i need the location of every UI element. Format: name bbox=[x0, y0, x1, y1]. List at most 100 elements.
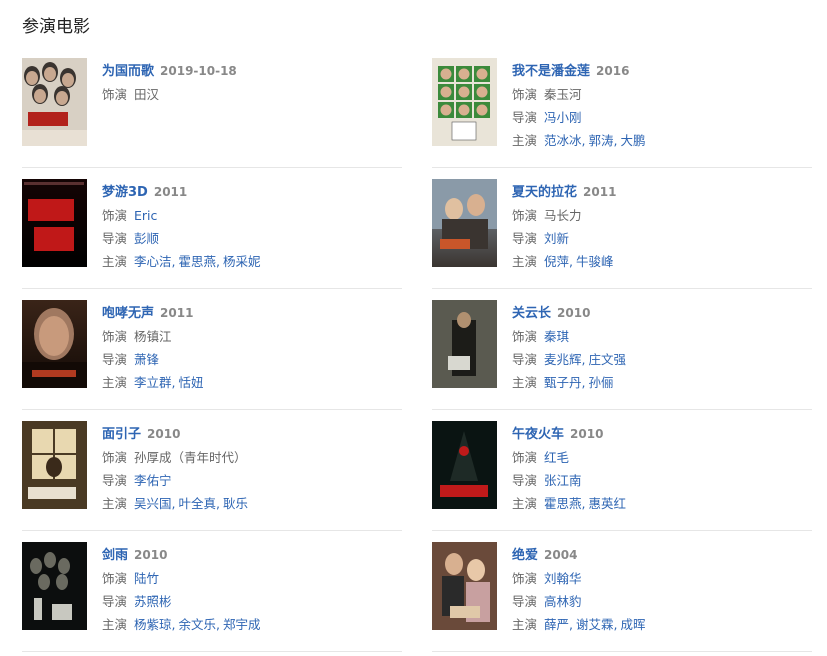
role-row: 饰演 马长力 bbox=[512, 204, 616, 227]
cast-link[interactable]: 叶全真 bbox=[179, 496, 217, 511]
cast-link[interactable]: 李心洁 bbox=[134, 254, 172, 269]
cast-link[interactable]: 耿乐 bbox=[223, 496, 248, 511]
cast-link[interactable]: 郑宇成 bbox=[223, 617, 261, 632]
director-link[interactable]: 刘新 bbox=[544, 231, 569, 246]
movie-year: 2011 bbox=[583, 185, 617, 199]
director-link[interactable]: 李佑宁 bbox=[134, 473, 172, 488]
movie-poster[interactable] bbox=[432, 179, 497, 267]
movie-info: 咆哮无声 2011 饰演 杨镇江 导演 萧锋 主演 李立群, 恬妞 bbox=[102, 302, 204, 394]
cast-link[interactable]: 谢艾霖 bbox=[576, 617, 614, 632]
cast-label: 主演 bbox=[512, 496, 538, 511]
movie-poster[interactable] bbox=[432, 421, 497, 509]
cast-row: 主演 薛严, 谢艾霖, 成晖 bbox=[512, 613, 646, 636]
movie-title-line: 夏天的拉花 2011 bbox=[512, 181, 616, 201]
poster-art bbox=[22, 542, 87, 630]
director-link[interactable]: 苏照彬 bbox=[134, 594, 172, 609]
movie-card: 为国而歌 2019-10-18 饰演 田汉 bbox=[22, 47, 402, 168]
movie-info: 关云长 2010 饰演 秦琪 导演 麦兆辉, 庄文强 主演 甄子丹, 孙俪 bbox=[512, 302, 626, 394]
cast-link[interactable]: 杨采妮 bbox=[223, 254, 261, 269]
director-label: 导演 bbox=[512, 110, 538, 125]
director-row: 导演 萧锋 bbox=[102, 348, 204, 371]
role-name: 孙厚成（青年时代） bbox=[134, 450, 247, 465]
cast-link[interactable]: 甄子丹 bbox=[544, 375, 582, 390]
separator: , bbox=[581, 352, 586, 367]
cast-link[interactable]: 牛骏峰 bbox=[576, 254, 614, 269]
movie-title-link[interactable]: 关云长 bbox=[512, 306, 551, 321]
director-link[interactable]: 萧锋 bbox=[134, 352, 159, 367]
movie-title-link[interactable]: 梦游3D bbox=[102, 185, 148, 200]
cast-link[interactable]: 霍思燕 bbox=[544, 496, 582, 511]
cast-link[interactable]: 霍思燕 bbox=[179, 254, 217, 269]
role-name[interactable]: Eric bbox=[134, 208, 157, 223]
movie-poster[interactable] bbox=[22, 58, 87, 146]
movie-card: 梦游3D 2011 饰演 Eric 导演 彭顺 主演 李心洁, 霍思燕, 杨采妮 bbox=[22, 168, 402, 289]
poster-art bbox=[432, 300, 497, 388]
movie-title-link[interactable]: 绝爱 bbox=[512, 548, 538, 563]
cast-link[interactable]: 薛严 bbox=[544, 617, 569, 632]
role-name: 马长力 bbox=[544, 208, 582, 223]
movie-info: 午夜火车 2010 饰演 红毛 导演 张江南 主演 霍思燕, 惠英红 bbox=[512, 423, 626, 515]
director-label: 导演 bbox=[102, 473, 128, 488]
movie-title-link[interactable]: 为国而歌 bbox=[102, 64, 154, 79]
movie-poster[interactable] bbox=[432, 58, 497, 146]
role-row: 饰演 陆竹 bbox=[102, 567, 261, 590]
director-row: 导演 张江南 bbox=[512, 469, 626, 492]
movie-poster[interactable] bbox=[432, 300, 497, 388]
cast-link[interactable]: 惠英红 bbox=[589, 496, 627, 511]
role-name[interactable]: 刘翰华 bbox=[544, 571, 582, 586]
cast-link[interactable]: 倪萍 bbox=[544, 254, 569, 269]
poster-art bbox=[22, 421, 87, 509]
director-link[interactable]: 张江南 bbox=[544, 473, 582, 488]
section-title: 参演电影 bbox=[22, 17, 90, 37]
cast-link[interactable]: 郭涛 bbox=[589, 133, 614, 148]
cast-link[interactable]: 大鹏 bbox=[621, 133, 646, 148]
director-link[interactable]: 庄文强 bbox=[589, 352, 627, 367]
movie-card: 我不是潘金莲 2016 饰演 秦玉河 导演 冯小刚 主演 范冰冰, 郭涛, 大鹏 bbox=[432, 47, 812, 168]
role-name[interactable]: 陆竹 bbox=[134, 571, 159, 586]
cast-link[interactable]: 范冰冰 bbox=[544, 133, 582, 148]
movie-poster[interactable] bbox=[22, 300, 87, 388]
poster-art bbox=[22, 179, 87, 267]
movie-poster[interactable] bbox=[432, 542, 497, 630]
movie-poster[interactable] bbox=[22, 542, 87, 630]
separator: , bbox=[171, 254, 176, 269]
separator: , bbox=[569, 254, 574, 269]
cast-link[interactable]: 李立群 bbox=[134, 375, 172, 390]
movie-poster[interactable] bbox=[22, 421, 87, 509]
cast-link[interactable]: 孙俪 bbox=[589, 375, 614, 390]
movie-title-link[interactable]: 咆哮无声 bbox=[102, 306, 154, 321]
director-link[interactable]: 高林豹 bbox=[544, 594, 582, 609]
movie-poster[interactable] bbox=[22, 179, 87, 267]
movie-title-line: 为国而歌 2019-10-18 bbox=[102, 60, 237, 80]
role-label: 饰演 bbox=[102, 450, 128, 465]
cast-link[interactable]: 恬妞 bbox=[179, 375, 204, 390]
role-label: 饰演 bbox=[512, 450, 538, 465]
poster-art bbox=[432, 58, 497, 146]
movie-title-link[interactable]: 午夜火车 bbox=[512, 427, 564, 442]
cast-label: 主演 bbox=[512, 375, 538, 390]
cast-link[interactable]: 吴兴国 bbox=[134, 496, 172, 511]
movie-title-link[interactable]: 我不是潘金莲 bbox=[512, 64, 590, 79]
director-label: 导演 bbox=[512, 473, 538, 488]
movie-title-link[interactable]: 面引子 bbox=[102, 427, 141, 442]
cast-link[interactable]: 成晖 bbox=[621, 617, 646, 632]
separator: , bbox=[216, 496, 221, 511]
movie-year: 2011 bbox=[153, 185, 188, 199]
movie-title-line: 关云长 2010 bbox=[512, 302, 626, 322]
movie-info: 我不是潘金莲 2016 饰演 秦玉河 导演 冯小刚 主演 范冰冰, 郭涛, 大鹏 bbox=[512, 60, 646, 152]
director-label: 导演 bbox=[102, 231, 128, 246]
role-name[interactable]: 秦琪 bbox=[544, 329, 569, 344]
role-row: 饰演 秦琪 bbox=[512, 325, 626, 348]
director-link[interactable]: 彭顺 bbox=[134, 231, 159, 246]
movie-title-link[interactable]: 剑雨 bbox=[102, 548, 128, 563]
movie-info: 面引子 2010 饰演 孙厚成（青年时代） 导演 李佑宁 主演 吴兴国, 叶全真, 耿乐 bbox=[102, 423, 248, 515]
role-name[interactable]: 红毛 bbox=[544, 450, 569, 465]
separator: , bbox=[613, 133, 618, 148]
cast-link[interactable]: 杨紫琼 bbox=[134, 617, 172, 632]
director-link[interactable]: 麦兆辉 bbox=[544, 352, 582, 367]
movie-year: 2016 bbox=[596, 64, 630, 78]
movie-title-link[interactable]: 夏天的拉花 bbox=[512, 185, 577, 200]
director-link[interactable]: 冯小刚 bbox=[544, 110, 582, 125]
cast-label: 主演 bbox=[102, 617, 128, 632]
cast-link[interactable]: 余文乐 bbox=[179, 617, 217, 632]
